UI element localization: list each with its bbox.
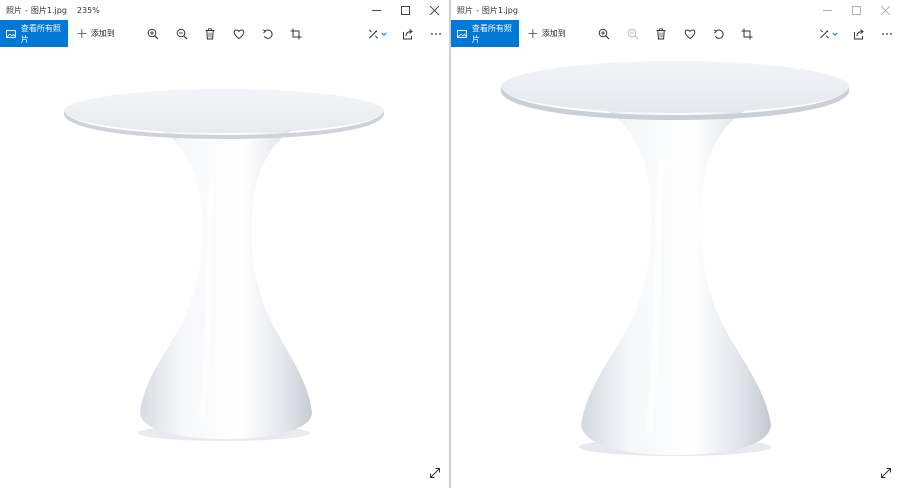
delete-icon xyxy=(656,27,666,39)
view-all-photos-label: 查看所有照片 xyxy=(471,23,512,44)
file-name: 图片1.jpg xyxy=(481,5,518,15)
table-photo xyxy=(64,89,384,441)
view-all-photos-button[interactable]: 查看所有照片 xyxy=(451,20,519,47)
edit-icon xyxy=(368,29,378,38)
title-separator: - xyxy=(25,5,28,15)
photo-gallery-icon xyxy=(457,29,467,38)
photo-canvas[interactable] xyxy=(451,47,900,488)
app-name: 照片 xyxy=(457,5,473,15)
rotate-button[interactable] xyxy=(708,20,730,47)
close-icon xyxy=(881,5,890,15)
favorite-icon xyxy=(233,29,245,39)
add-to-label: 添加到 xyxy=(541,29,566,38)
zoom-in-icon xyxy=(598,28,610,39)
chevron-down-icon xyxy=(831,32,838,36)
maximize-icon xyxy=(401,5,410,15)
favorite-button[interactable] xyxy=(228,20,250,47)
minimize-icon xyxy=(372,9,381,11)
zoom-out-button[interactable] xyxy=(171,20,193,47)
edit-create-button[interactable] xyxy=(813,20,843,47)
fullscreen-icon xyxy=(881,468,891,478)
plus-icon: + xyxy=(76,25,88,42)
add-to-button[interactable]: + 添加到 xyxy=(68,20,115,47)
close-icon xyxy=(430,5,439,15)
maximize-icon xyxy=(852,5,861,15)
favorite-button[interactable] xyxy=(679,20,701,47)
minimize-button[interactable] xyxy=(362,0,391,20)
photos-window-right: 照片 - 图片1.jpg 查看所有照片 + 添加到 xyxy=(450,0,900,488)
more-button[interactable] xyxy=(876,20,898,47)
fullscreen-icon xyxy=(430,468,440,478)
minimize-button[interactable] xyxy=(813,0,842,20)
photos-window-left: 照片 - 图片1.jpg 235% 查看所有照片 + 添加到 xyxy=(0,0,450,488)
photo-canvas[interactable] xyxy=(0,47,449,488)
fullscreen-button[interactable] xyxy=(427,465,443,481)
view-all-photos-label: 查看所有照片 xyxy=(20,23,61,44)
maximize-button[interactable] xyxy=(842,0,871,20)
maximize-button[interactable] xyxy=(391,0,420,20)
share-icon xyxy=(854,28,864,39)
title-separator: - xyxy=(476,5,479,15)
add-to-button[interactable]: + 添加到 xyxy=(519,20,566,47)
rotate-icon xyxy=(713,28,724,39)
chevron-down-icon xyxy=(380,32,387,36)
edit-icon xyxy=(819,29,829,38)
crop-icon xyxy=(741,28,753,39)
more-icon xyxy=(431,32,441,35)
zoom-out-icon xyxy=(627,28,639,39)
photo-gallery-icon xyxy=(6,29,16,38)
zoom-in-button[interactable] xyxy=(142,20,164,47)
zoom-in-icon xyxy=(147,28,159,39)
zoom-in-button[interactable] xyxy=(593,20,615,47)
more-button[interactable] xyxy=(425,20,447,47)
zoom-out-icon xyxy=(176,28,188,39)
close-button[interactable] xyxy=(420,0,449,20)
favorite-icon xyxy=(684,29,696,39)
share-button[interactable] xyxy=(397,20,419,47)
delete-button[interactable] xyxy=(650,20,672,47)
crop-button[interactable] xyxy=(285,20,307,47)
minimize-icon xyxy=(823,9,832,11)
app-name: 照片 xyxy=(6,5,22,15)
crop-button[interactable] xyxy=(736,20,758,47)
file-name: 图片1.jpg xyxy=(30,5,67,15)
view-all-photos-button[interactable]: 查看所有照片 xyxy=(0,20,68,47)
zoom-level: 235% xyxy=(76,5,100,15)
add-to-label: 添加到 xyxy=(90,29,115,38)
rotate-icon xyxy=(262,28,273,39)
table-photo xyxy=(501,61,849,456)
crop-icon xyxy=(290,28,302,39)
window-controls xyxy=(813,0,900,20)
plus-icon: + xyxy=(527,25,539,42)
rotate-button[interactable] xyxy=(257,20,279,47)
delete-icon xyxy=(205,27,215,39)
delete-button[interactable] xyxy=(199,20,221,47)
share-icon xyxy=(403,28,413,39)
edit-create-button[interactable] xyxy=(362,20,392,47)
window-controls xyxy=(362,0,449,20)
close-button[interactable] xyxy=(871,0,900,20)
share-button[interactable] xyxy=(848,20,870,47)
fullscreen-button[interactable] xyxy=(878,465,894,481)
more-icon xyxy=(882,32,892,35)
zoom-out-button[interactable] xyxy=(622,20,644,47)
